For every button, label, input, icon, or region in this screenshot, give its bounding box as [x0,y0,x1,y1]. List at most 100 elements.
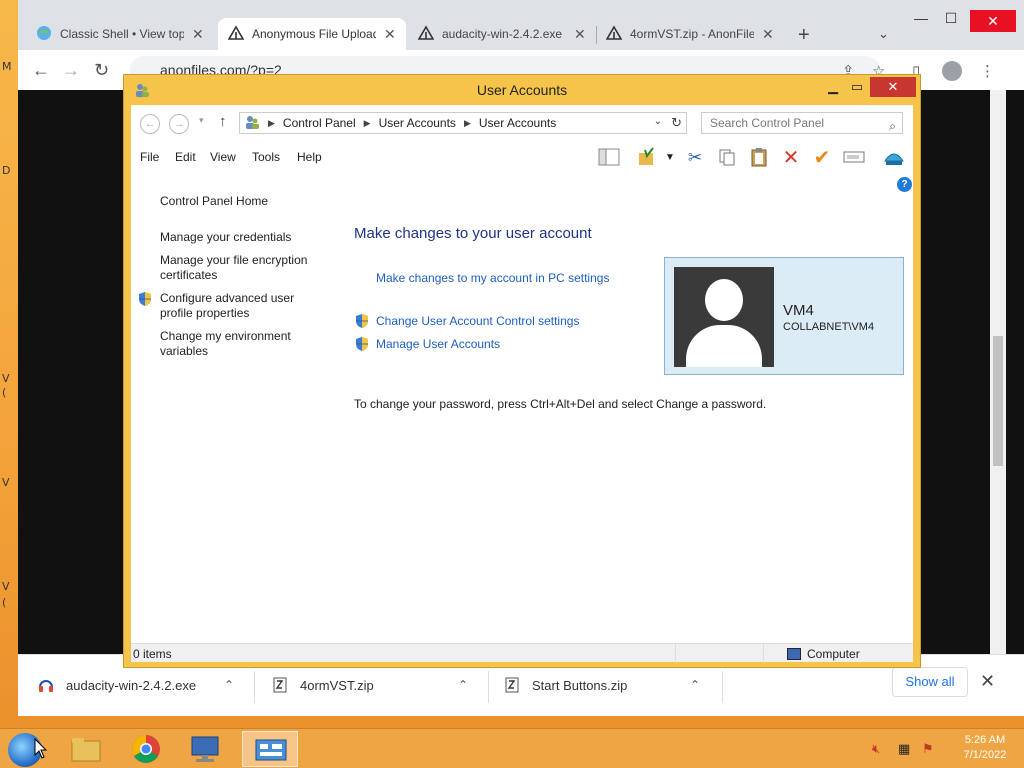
download-item-4ormvst[interactable]: 4ormVST.zip ⌃ [272,673,482,697]
tab-title: 4ormVST.zip - AnonFiles [630,27,754,41]
avatar[interactable] [674,267,774,367]
chevron-right-icon[interactable]: ▶ [268,118,275,129]
reload-button[interactable]: ↻ [94,60,109,81]
download-item-audacity[interactable]: audacity-win-2.4.2.exe ⌃ [38,673,248,697]
breadcrumb-item[interactable]: User Accounts [479,116,556,130]
link-manage-user-accounts[interactable]: Manage User Accounts [376,337,500,351]
clock-date: 7/1/2022 [963,749,1007,761]
action-center-icon[interactable]: ⚑ [922,741,934,757]
link-pc-settings[interactable]: Make changes to my account in PC setting… [376,271,609,285]
download-item-start-buttons[interactable]: Start Buttons.zip ⌃ [504,673,714,697]
close-icon[interactable]: ✕ [384,26,396,43]
desktop-icon-label[interactable]: V [2,372,14,385]
uac-shield-icon [355,336,369,352]
menu-edit[interactable]: Edit [175,150,196,164]
audacity-icon [38,677,54,693]
breadcrumb-item[interactable]: Control Panel [283,116,356,130]
close-download-bar-icon[interactable]: ✕ [980,671,995,692]
taskbar-chrome[interactable] [118,731,174,767]
chevron-down-icon[interactable]: ▼ [659,147,681,169]
tab-anonymous-file-upload[interactable]: Anonymous File Upload ✕ [218,18,406,50]
tab-audacity[interactable]: audacity-win-2.4.2.exe ✕ [408,18,596,50]
menu-help[interactable]: Help [297,150,322,164]
close-button[interactable]: ✕ [970,10,1016,32]
back-button[interactable]: ← [140,114,160,134]
network-icon[interactable]: ▦ [898,741,910,757]
desktop-icon-label[interactable]: ( [2,386,14,399]
layout-pane-icon[interactable] [598,147,620,169]
forward-button[interactable]: → [169,114,189,134]
maximize-button[interactable]: ☐ [936,10,966,27]
nav-control-panel-home[interactable]: Control Panel Home [160,194,330,209]
forward-button[interactable]: → [62,60,80,81]
minimize-button[interactable]: — [906,10,936,26]
breadcrumb[interactable]: ▶ Control Panel ▶ User Accounts ▶ User A… [239,112,687,134]
paste-icon[interactable] [748,147,770,169]
back-button[interactable]: ← [32,60,50,81]
nav-manage-credentials[interactable]: Manage your credentials [160,230,330,245]
chevron-right-icon[interactable]: ▶ [464,118,471,129]
maximize-button[interactable]: ▭ [844,77,870,97]
menu-view[interactable]: View [210,150,236,164]
search-input[interactable]: Search Control Panel ⌕ [701,112,903,134]
desktop-icon-label[interactable]: V [2,580,14,593]
nav-environment-variables[interactable]: Change my environment variables [160,329,330,359]
properties-check-icon[interactable]: ✔ [811,147,833,169]
taskbar-file-explorer[interactable] [58,731,114,767]
download-separator [488,671,489,703]
up-arrow-icon[interactable]: ↑ [219,113,227,130]
delete-icon[interactable]: ✕ [780,147,802,169]
password-instructions: To change your password, press Ctrl+Alt+… [354,397,767,411]
desktop-icon-label[interactable]: ( [2,596,14,609]
close-icon[interactable]: ✕ [192,26,204,43]
folder-options-icon[interactable] [637,147,659,169]
tab-search-button[interactable]: ⌄ [878,26,889,42]
copy-icon[interactable] [716,147,738,169]
profile-avatar-icon[interactable] [942,61,962,81]
search-icon[interactable]: ⌕ [889,116,896,136]
classic-shell-icon[interactable] [883,147,905,169]
desktop-icon-label[interactable]: D [2,164,14,177]
taskbar-control-panel[interactable] [242,731,298,767]
breadcrumb-item[interactable]: User Accounts [379,116,456,130]
link-uac-settings[interactable]: Change User Account Control settings [376,314,579,328]
system-clock[interactable]: 5:26 AM 7/1/2022 [952,733,1018,763]
close-button[interactable]: ✕ [870,77,916,97]
zip-icon [272,677,288,693]
volume-muted-icon[interactable]: 🔇︎ [872,741,880,757]
scrollbar-thumb[interactable] [993,336,1003,466]
refresh-icon[interactable]: ↻ [671,115,682,131]
zip-icon [504,677,520,693]
window-title: User Accounts [476,82,568,98]
tab-4ormvst[interactable]: 4ormVST.zip - AnonFiles ✕ [596,18,786,50]
minimize-button[interactable]: ▁ [820,77,846,97]
close-icon[interactable]: ✕ [574,26,586,43]
menu-file[interactable]: File [140,150,159,164]
nav-file-encryption-certificates[interactable]: Manage your file encryption certificates [160,253,330,283]
show-all-button[interactable]: Show all [892,667,968,697]
desktop-icon-label[interactable]: V [2,476,14,489]
new-tab-button[interactable]: + [798,24,810,47]
chevron-up-icon[interactable]: ⌃ [458,678,468,692]
download-filename: audacity-win-2.4.2.exe [66,677,197,693]
menu-tools[interactable]: Tools [252,150,280,164]
window-title-bar[interactable]: User Accounts ▁ ▭ ✕ [124,75,920,105]
close-icon[interactable]: ✕ [762,26,774,43]
tab-classic-shell[interactable]: Classic Shell • View topic ✕ [26,18,216,50]
status-bar: 0 items Computer [131,643,913,663]
rename-icon[interactable] [843,147,865,169]
taskbar-remote-desktop[interactable] [178,731,234,767]
menu-icon[interactable]: ⋮ [980,62,995,80]
chevron-right-icon[interactable]: ▶ [364,118,371,129]
chevron-up-icon[interactable]: ⌃ [224,678,234,692]
cut-icon[interactable]: ✂ [684,147,706,169]
left-nav-pane: Control Panel Home Manage your credentia… [131,173,341,643]
chevron-down-icon[interactable]: ⌄ [654,116,662,127]
nav-advanced-profile-properties[interactable]: Configure advanced user profile properti… [160,291,330,321]
page-scrollbar[interactable] [990,90,1006,654]
chevron-up-icon[interactable]: ⌃ [690,678,700,692]
user-account-card: VM4 COLLABNET\VM4 [664,257,904,375]
recent-locations-icon[interactable]: ▾ [199,115,204,126]
status-separator [763,644,764,663]
desktop-icon-label[interactable]: M [2,60,14,73]
